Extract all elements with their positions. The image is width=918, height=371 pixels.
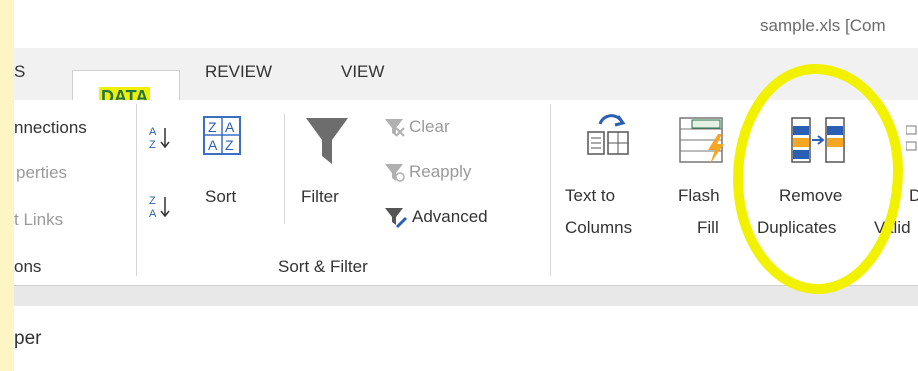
cell-text: per bbox=[14, 328, 42, 349]
svg-text:Z: Z bbox=[149, 139, 156, 151]
remove-duplicates-icon[interactable] bbox=[790, 116, 850, 166]
filter-button[interactable]: Filter bbox=[301, 187, 339, 207]
clear-button[interactable]: Clear bbox=[409, 117, 450, 137]
edit-links-button[interactable]: t Links bbox=[14, 210, 63, 230]
group-separator bbox=[284, 114, 285, 224]
data-validation-line1[interactable]: D bbox=[909, 186, 918, 206]
svg-text:Z: Z bbox=[149, 195, 156, 207]
flash-fill-line2[interactable]: Fill bbox=[697, 218, 719, 238]
svg-text:A: A bbox=[225, 119, 235, 135]
data-validation-icon[interactable] bbox=[906, 124, 918, 160]
clear-filter-icon[interactable] bbox=[384, 118, 406, 138]
flash-fill-line1[interactable]: Flash bbox=[678, 186, 720, 206]
remove-duplicates-line1[interactable]: Remove bbox=[779, 186, 842, 206]
text-to-columns-line1[interactable]: Text to bbox=[565, 186, 615, 206]
text-to-columns-line2[interactable]: Columns bbox=[565, 218, 632, 238]
svg-text:Z: Z bbox=[208, 119, 217, 135]
svg-text:Z: Z bbox=[225, 137, 234, 153]
svg-text:A: A bbox=[149, 126, 157, 138]
remove-duplicates-line2[interactable]: Duplicates bbox=[757, 218, 836, 238]
advanced-button[interactable]: Advanced bbox=[412, 207, 488, 227]
sort-a-to-z-icon[interactable]: A Z bbox=[149, 124, 175, 152]
title-bar: sample.xls [Com bbox=[14, 0, 918, 48]
tab-view[interactable]: VIEW bbox=[341, 62, 384, 82]
reapply-button[interactable]: Reapply bbox=[409, 162, 471, 182]
ribbon-bottom-bar bbox=[14, 285, 918, 307]
filter-icon[interactable] bbox=[304, 116, 350, 168]
sort-z-to-a-icon[interactable]: Z A bbox=[149, 193, 175, 221]
sort-icon[interactable]: Z A A Z bbox=[203, 116, 241, 156]
flash-fill-icon[interactable] bbox=[678, 116, 728, 166]
formula-area: per bbox=[14, 306, 918, 371]
text-to-columns-icon[interactable] bbox=[586, 110, 630, 156]
sort-filter-group-label: Sort & Filter bbox=[278, 257, 368, 276]
tab-review[interactable]: REVIEW bbox=[205, 62, 272, 82]
data-validation-line2[interactable]: Valid bbox=[874, 218, 911, 238]
properties-button[interactable]: perties bbox=[16, 163, 67, 183]
left-edge-strip bbox=[0, 0, 14, 371]
svg-text:A: A bbox=[208, 137, 218, 153]
window-title: sample.xls [Com bbox=[760, 16, 886, 35]
group-separator bbox=[136, 104, 137, 276]
svg-text:A: A bbox=[149, 208, 157, 220]
connections-button[interactable]: nnections bbox=[14, 118, 87, 138]
advanced-filter-icon[interactable] bbox=[384, 207, 408, 229]
connections-group-label: ons bbox=[14, 257, 42, 276]
ribbon-body: nnections perties t Links ons A Z Z A Z … bbox=[14, 100, 918, 285]
ribbon-tabs: S DATA REVIEW VIEW bbox=[14, 48, 918, 122]
group-separator bbox=[550, 104, 551, 276]
sort-button[interactable]: Sort bbox=[205, 187, 236, 207]
tab-partial[interactable]: S bbox=[14, 62, 25, 82]
reapply-filter-icon[interactable] bbox=[384, 163, 406, 183]
